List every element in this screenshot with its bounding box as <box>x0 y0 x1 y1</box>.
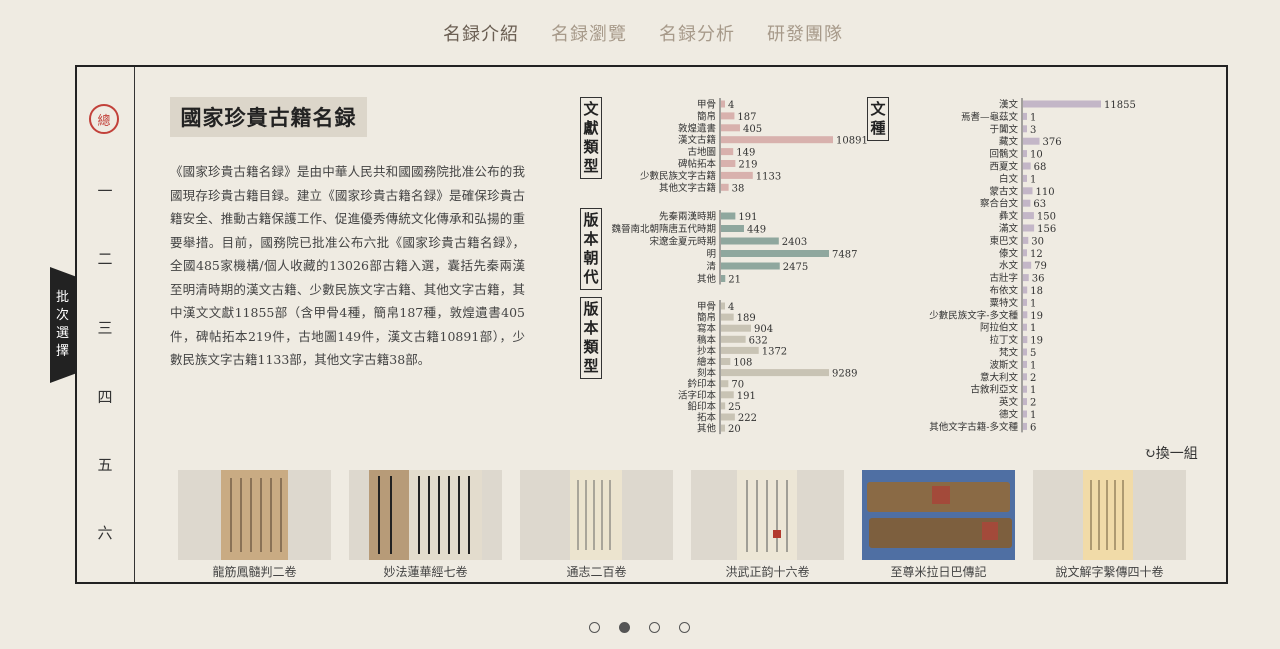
chart-title-char: 種 <box>870 119 886 137</box>
refresh-icon: ↻ <box>1144 446 1156 462</box>
nav-intro[interactable]: 名録介紹 <box>443 20 519 46</box>
page-title: 國家珍貴古籍名録 <box>170 97 367 137</box>
chart-title-dynasty: 版本朝代 <box>580 208 602 290</box>
chart-title-char: 版 <box>583 300 599 318</box>
book-thumb-2[interactable] <box>349 470 502 560</box>
batch-3-button[interactable]: 三 <box>90 317 120 338</box>
book-image <box>862 470 1015 560</box>
chart-title-char: 獻 <box>583 119 599 137</box>
tab-char: 批 <box>55 290 69 305</box>
tab-char: 擇 <box>55 344 69 359</box>
chart-title-char: 本 <box>583 230 599 248</box>
tab-char: 選 <box>55 326 69 341</box>
page-dot-1[interactable] <box>589 622 600 633</box>
book-caption-4[interactable]: 洪武正韵十六卷 <box>691 563 844 580</box>
book-thumb-5[interactable] <box>862 470 1015 560</box>
batch-1-button[interactable]: 一 <box>90 180 120 201</box>
batch-5-button[interactable]: 五 <box>90 454 120 475</box>
book-thumb-6[interactable] <box>1033 470 1186 560</box>
chart-title-language: 文種 <box>867 97 889 141</box>
book-image <box>369 470 482 560</box>
top-navigation: 名録介紹 名録瀏覽 名録分析 研發團隊 <box>0 0 1280 64</box>
book-caption-3[interactable]: 通志二百卷 <box>520 563 673 580</box>
page-dot-3[interactable] <box>649 622 660 633</box>
chart-title-char: 代 <box>583 268 599 286</box>
batch-all-button[interactable]: 總 <box>89 104 119 134</box>
batch-4-button[interactable]: 四 <box>90 386 120 407</box>
chart-title-char: 型 <box>583 357 599 375</box>
chart-title-char: 文 <box>583 100 599 118</box>
book-thumb-3[interactable] <box>520 470 673 560</box>
page-dot-4[interactable] <box>679 622 690 633</box>
book-caption-1[interactable]: 龍筋鳳髓判二卷 <box>178 563 331 580</box>
chart-title-edition-type: 版本類型 <box>580 297 602 379</box>
book-image <box>221 470 288 560</box>
chart-title-char: 型 <box>583 157 599 175</box>
batch-2-button[interactable]: 二 <box>90 248 120 269</box>
page-dot-2[interactable] <box>619 622 630 633</box>
book-caption-6[interactable]: 說文解字繫傳四十卷 <box>1033 563 1186 580</box>
sidebar-divider <box>134 67 135 582</box>
chart-title-char: 版 <box>583 211 599 229</box>
batch-select-tab[interactable]: 批 次 選 擇 <box>50 267 75 383</box>
book-image <box>737 470 797 560</box>
nav-team[interactable]: 研發團隊 <box>767 20 843 46</box>
book-thumb-1[interactable] <box>178 470 331 560</box>
tab-char: 次 <box>55 308 69 323</box>
chart-title-char: 朝 <box>583 249 599 267</box>
batch-6-button[interactable]: 六 <box>90 522 120 543</box>
book-image <box>1083 470 1133 560</box>
book-caption-2[interactable]: 妙法蓮華經七卷 <box>349 563 502 580</box>
book-thumb-4[interactable] <box>691 470 844 560</box>
book-caption-5[interactable]: 至尊米拉日巴傳記 <box>862 563 1015 580</box>
chart-title-char: 類 <box>583 338 599 356</box>
chart-title-char: 類 <box>583 138 599 156</box>
chart-title-char: 本 <box>583 319 599 337</box>
chart-title-char: 文 <box>870 100 886 118</box>
swap-label: 換一組 <box>1155 446 1198 462</box>
nav-browse[interactable]: 名録瀏覽 <box>551 20 627 46</box>
nav-analysis[interactable]: 名録分析 <box>659 20 735 46</box>
chart-title-doc-type: 文獻類型 <box>580 97 602 179</box>
description-text: 《國家珍貴古籍名録》是由中華人民共和國國務院批准公布的我國現存珍貴古籍目録。建立… <box>170 164 525 367</box>
book-image <box>570 470 622 560</box>
swap-group-button[interactable]: ↻換一組 <box>1144 443 1198 463</box>
